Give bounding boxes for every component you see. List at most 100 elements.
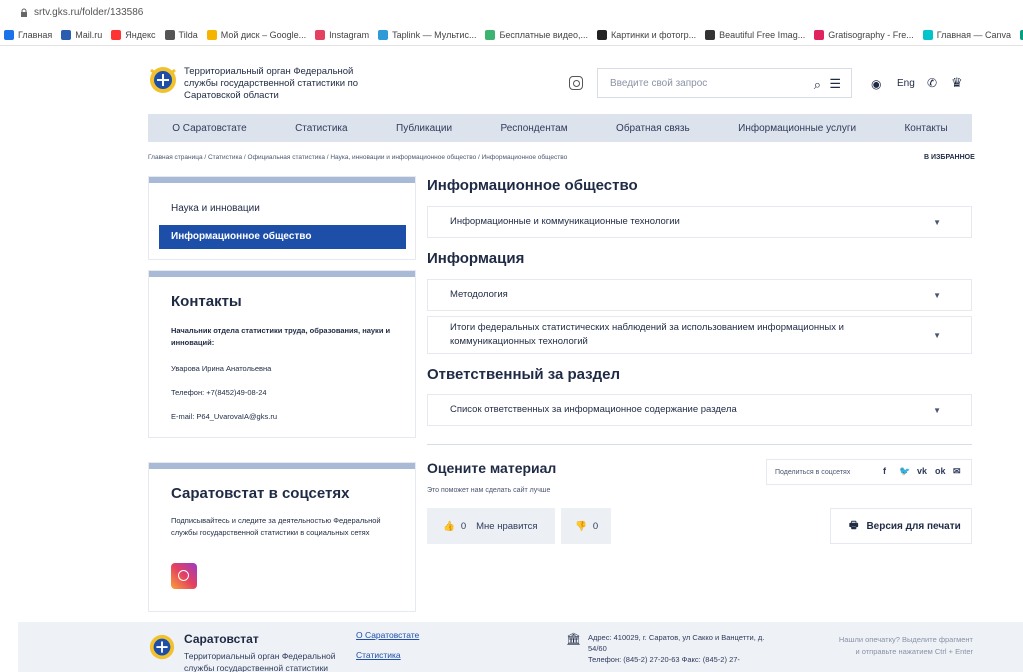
section-title-information: Информация [427, 250, 525, 267]
bookmark-favicon-icon [922, 29, 933, 40]
like-label: Мне нравится [476, 520, 538, 532]
footer-name: Саратовстат [184, 632, 259, 646]
bookmark-item[interactable]: Beautiful Free Imag... [705, 29, 805, 40]
contact-person: Уварова Ирина Анатольевна [171, 364, 272, 373]
bookmark-label: Яндекс [125, 29, 156, 40]
nav-item-respondents[interactable]: Респондентам [501, 123, 568, 134]
mail-icon[interactable]: ✉ [953, 466, 961, 477]
footer-address: Адрес: 410029, г. Саратов, ул Сакко и Ва… [588, 632, 778, 665]
address-bar[interactable]: srtv.gks.ru/folder/133586 [0, 0, 1023, 24]
accessibility-eye-icon[interactable]: ◉ [871, 77, 881, 91]
nav-item-info-services[interactable]: Информационные услуги [738, 123, 856, 134]
emblem-icon[interactable]: ♛ [951, 75, 963, 91]
rosstat-logo-icon [150, 67, 176, 93]
bookmark-item[interactable]: Яндекс [111, 29, 156, 40]
breadcrumb[interactable]: Главная страница / Статистика / Официаль… [148, 154, 567, 161]
bookmark-favicon-icon [164, 29, 175, 40]
dislike-button[interactable]: 👎 0 [561, 508, 611, 544]
typo-line-2: и отправьте нажатием Ctrl + Enter [855, 647, 973, 656]
page: Территориальный орган Федеральной службы… [18, 46, 1023, 672]
print-version-button[interactable]: 🖶 Версия для печати [830, 508, 972, 544]
bookmark-label: Gratisography - Fre... [828, 29, 914, 40]
accordion-label: Методология [450, 289, 508, 300]
nav-item-statistics[interactable]: Статистика [295, 123, 348, 134]
divider [427, 444, 972, 445]
accordion-methodology[interactable]: Методология ▼ [427, 279, 972, 311]
bookmark-label: Главная — Canva [936, 29, 1012, 40]
building-icon: 🏛 [566, 632, 582, 646]
twitter-icon[interactable]: 🐦 [899, 466, 910, 477]
search-placeholder: Введите свой запрос [610, 77, 708, 89]
bookmark-label: Бесплатные видео,... [499, 29, 588, 40]
sidebar-menu: Наука и инновации Информационное обществ… [148, 176, 416, 260]
filter-icon[interactable]: ☰ [829, 76, 841, 92]
bookmark-item[interactable]: Главная [4, 29, 53, 40]
like-button[interactable]: 👍 0 Мне нравится [427, 508, 555, 544]
nav-item-contacts[interactable]: Контакты [904, 123, 947, 134]
add-to-favorites-link[interactable]: В ИЗБРАННОЕ [924, 154, 975, 161]
footer-org: Территориальный орган Федеральной службы… [184, 651, 336, 672]
bookmark-item[interactable]: Tilda [164, 29, 198, 40]
bookmark-item[interactable]: Мой диск – Google... [206, 29, 307, 40]
sidebar-item-info-society[interactable]: Информационное общество [159, 225, 406, 249]
bookmark-item[interactable]: Taplink — Мультис... [378, 29, 476, 40]
footer-link-about[interactable]: О Саратовстате [356, 630, 419, 640]
bookmark-item[interactable]: Бесплатные видео,... [485, 29, 588, 40]
bookmark-item[interactable]: Instagram [315, 29, 370, 40]
like-count: 0 [460, 520, 467, 532]
bookmark-label: Картинки и фотогр... [610, 29, 697, 40]
sidebar-menu-bar [149, 177, 415, 183]
accordion-results[interactable]: Итоги федеральных статистических наблюде… [427, 316, 972, 354]
chevron-down-icon: ▼ [933, 290, 941, 300]
accordion-label: Список ответственных за информационное с… [450, 404, 737, 415]
nav-item-feedback[interactable]: Обратная связь [616, 123, 690, 134]
bookmark-favicon-icon [4, 29, 14, 40]
language-switch[interactable]: Eng [897, 78, 915, 89]
address-text: Адрес: 410029, г. Саратов, ул Сакко и Ва… [588, 633, 765, 653]
typo-line-1: Нашли опечатку? Выделите фрагмент [838, 635, 973, 644]
bookmark-item[interactable]: Mail.ru [61, 29, 103, 40]
bookmark-label: Мой диск – Google... [220, 29, 307, 40]
nav-item-publications[interactable]: Публикации [396, 123, 452, 134]
bookmark-favicon-icon [596, 29, 607, 40]
odnoklassniki-icon[interactable]: ok [935, 466, 946, 476]
vk-icon[interactable]: vk [917, 466, 927, 476]
nav-item-about[interactable]: О Саратовстате [172, 123, 246, 134]
facebook-icon[interactable]: f [883, 466, 886, 476]
instagram-icon[interactable] [171, 563, 197, 589]
bookmark-item[interactable]: Gratisography - Fre... [814, 29, 914, 40]
thumbs-down-icon: 👎 [575, 520, 587, 532]
share-label: Поделиться в соцсетях [775, 468, 851, 476]
social-box: Саратовстат в соцсетях Подписывайтесь и … [148, 462, 416, 612]
bookmark-favicon-icon [814, 29, 825, 40]
footer: Саратовстат Территориальный орган Федера… [18, 622, 1023, 672]
accordion-ict[interactable]: Информационные и коммуникационные технол… [427, 206, 972, 238]
bookmark-favicon-icon [111, 29, 122, 40]
sidebar-item-science[interactable]: Наука и инновации [171, 203, 260, 214]
contacts-box-bar [149, 271, 415, 277]
bookmark-item[interactable]: Главная — Canva [922, 29, 1012, 40]
bookmark-item[interactable]: Картинки и фотогр... [596, 29, 697, 40]
bookmark-favicon-icon [315, 29, 326, 40]
accordion-label: Итоги федеральных статистических наблюде… [450, 322, 844, 347]
rosstat-logo-icon [149, 634, 175, 660]
main-nav: О Саратовстате Статистика Публикации Рес… [148, 114, 972, 142]
print-label: Версия для печати [866, 520, 961, 532]
contact-email[interactable]: E-mail: P64_UvarovaIA@gks.ru [171, 411, 401, 423]
bookmark-label: Mail.ru [75, 29, 103, 40]
phone-icon[interactable]: ✆ [927, 76, 937, 90]
bookmark-favicon-icon [61, 29, 72, 40]
section-title-responsible: Ответственный за раздел [427, 366, 621, 383]
bookmark-label: Instagram [329, 29, 370, 40]
instagram-icon[interactable] [569, 76, 583, 90]
search-icon[interactable]: ⌕ [814, 77, 821, 93]
url-text: srtv.gks.ru/folder/133586 [34, 6, 144, 18]
bookmark-favicon-icon [378, 29, 389, 40]
accordion-responsible-list[interactable]: Список ответственных за информационное с… [427, 394, 972, 426]
chevron-down-icon: ▼ [933, 217, 941, 227]
footer-link-statistics[interactable]: Статистика [356, 650, 401, 660]
search-input[interactable]: Введите свой запрос ⌕ ☰ [597, 68, 852, 98]
bookmark-favicon-icon [705, 29, 716, 40]
bookmark-label: Главная [18, 29, 53, 40]
rate-title: Оцените материал [427, 460, 557, 476]
